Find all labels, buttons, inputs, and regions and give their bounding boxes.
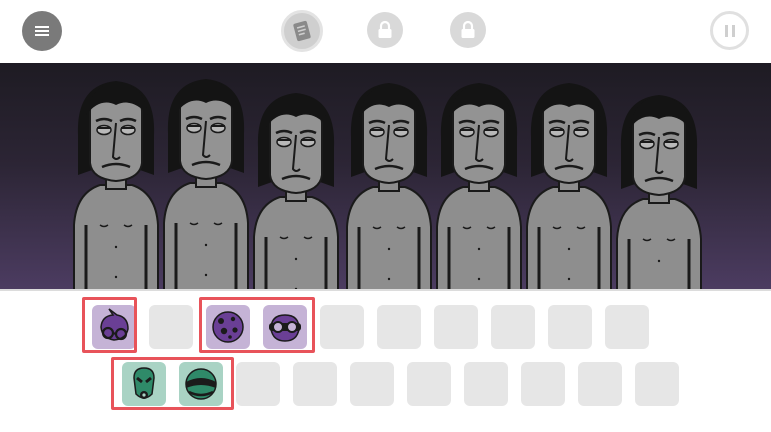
row1-slot-7[interactable] bbox=[434, 305, 478, 349]
lock-icon bbox=[461, 20, 475, 38]
menu-button[interactable] bbox=[22, 11, 62, 51]
row2-slot-9[interactable] bbox=[578, 362, 622, 406]
grey-character-3[interactable] bbox=[250, 87, 342, 289]
pause-button[interactable] bbox=[710, 11, 749, 50]
grey-character-7[interactable] bbox=[613, 89, 705, 289]
row1-slot-1[interactable] bbox=[92, 305, 136, 349]
row1-slot-9[interactable] bbox=[548, 305, 592, 349]
hamburger-menu-icon bbox=[35, 26, 49, 36]
grey-character-1[interactable] bbox=[70, 75, 162, 289]
row1-slot-5[interactable] bbox=[320, 305, 364, 349]
grey-character-2[interactable] bbox=[160, 73, 252, 289]
row2-slot-8[interactable] bbox=[521, 362, 565, 406]
row2-slot-1[interactable] bbox=[122, 362, 166, 406]
row2-slot-10[interactable] bbox=[635, 362, 679, 406]
row1-slot-2[interactable] bbox=[149, 305, 193, 349]
row1-slot-4[interactable] bbox=[263, 305, 307, 349]
row1-slot-8[interactable] bbox=[491, 305, 535, 349]
row2-slot-2[interactable] bbox=[179, 362, 223, 406]
notes-button[interactable] bbox=[281, 10, 323, 52]
row1-slot-3[interactable] bbox=[206, 305, 250, 349]
sound-icon-tray bbox=[0, 291, 771, 432]
grey-character-6[interactable] bbox=[523, 77, 615, 289]
notes-icon bbox=[293, 20, 311, 42]
row1-slot-6[interactable] bbox=[377, 305, 421, 349]
row2-slot-6[interactable] bbox=[407, 362, 451, 406]
row2-slot-5[interactable] bbox=[350, 362, 394, 406]
row2-slot-3[interactable] bbox=[236, 362, 280, 406]
locked-bonus-button-1[interactable] bbox=[367, 12, 403, 48]
locked-bonus-button-2[interactable] bbox=[450, 12, 486, 48]
grey-character-4[interactable] bbox=[343, 77, 435, 289]
row1-slot-10[interactable] bbox=[605, 305, 649, 349]
pause-icon bbox=[723, 24, 737, 37]
lock-icon bbox=[378, 20, 392, 38]
grey-character-5[interactable] bbox=[433, 77, 525, 289]
row2-slot-7[interactable] bbox=[464, 362, 508, 406]
top-toolbar bbox=[0, 0, 771, 62]
row2-slot-4[interactable] bbox=[293, 362, 337, 406]
character-stage bbox=[0, 63, 771, 289]
